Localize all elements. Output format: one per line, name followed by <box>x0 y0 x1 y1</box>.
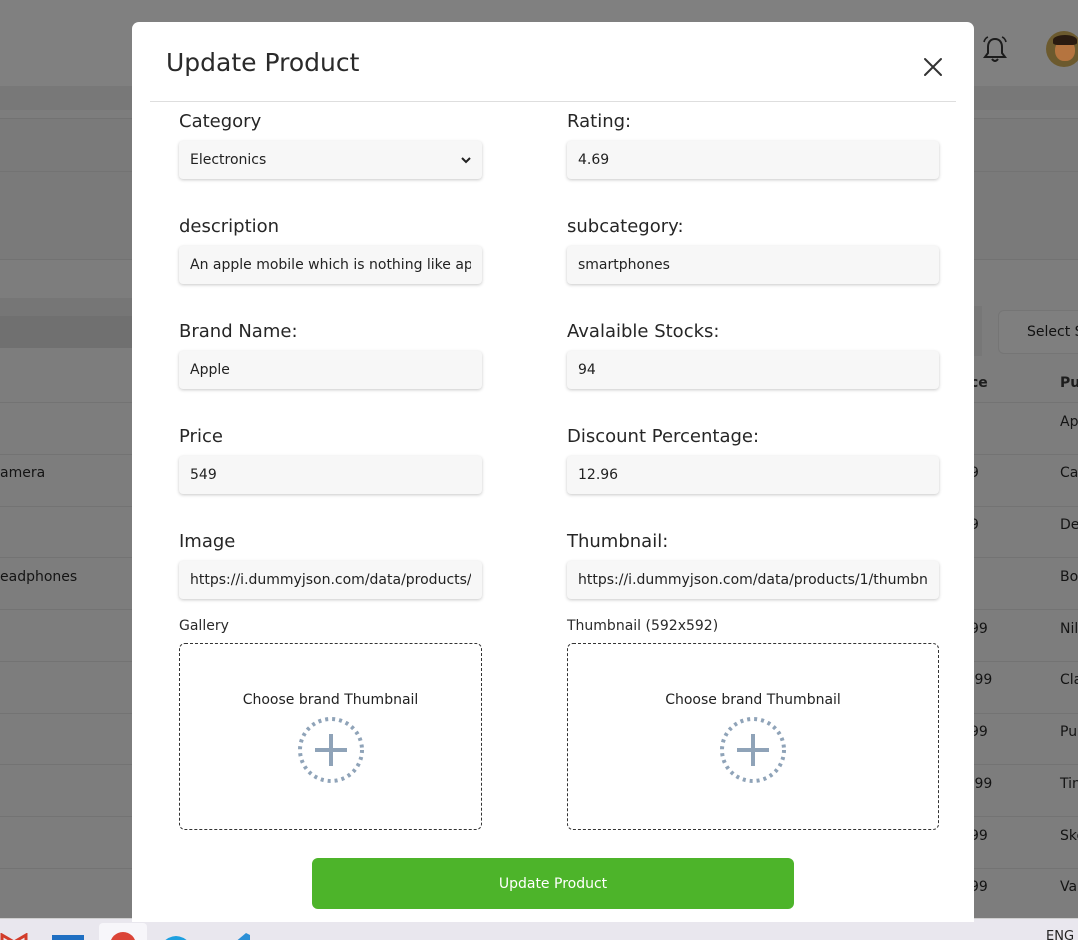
chevron-down-icon <box>461 157 471 164</box>
thumbnail-size-label: Thumbnail (592x592) <box>567 618 719 634</box>
store-icon[interactable] <box>52 933 84 940</box>
rating-input[interactable] <box>567 141 939 179</box>
notification-bell-icon[interactable] <box>982 36 1008 64</box>
thumbnail-dropzone-text: Choose brand Thumbnail <box>665 692 841 708</box>
table-cell: Bo <box>1060 569 1078 585</box>
rating-label: Rating: <box>567 111 632 132</box>
gallery-label: Gallery <box>179 618 229 634</box>
filter-divider <box>974 306 982 356</box>
user-avatar[interactable] <box>1046 31 1078 67</box>
chrome-icon[interactable] <box>108 931 138 940</box>
description-input[interactable] <box>179 246 482 284</box>
category-selected-value: Electronics <box>190 152 267 168</box>
add-image-icon <box>297 717 364 783</box>
gallery-dropzone-text: Choose brand Thumbnail <box>242 692 419 708</box>
thumbnail-label: Thumbnail: <box>567 531 669 552</box>
table-cell: Ap <box>1060 414 1078 430</box>
stock-input[interactable] <box>567 351 939 389</box>
subcategory-label: subcategory: <box>567 216 684 237</box>
price-input[interactable] <box>179 456 482 494</box>
brand-name-label: Brand Name: <box>179 321 298 342</box>
table-cell: Ca <box>1060 465 1078 481</box>
discount-input[interactable] <box>567 456 939 494</box>
table-cell: Nil <box>1060 621 1078 637</box>
modal-header-divider <box>150 101 956 102</box>
language-indicator[interactable]: ENG <box>1046 929 1074 940</box>
image-url-input[interactable] <box>179 561 482 599</box>
category-label: Category <box>179 111 262 132</box>
table-cell: Va <box>1060 879 1078 895</box>
description-label: description <box>179 216 280 237</box>
table-cell: Cla <box>1060 672 1078 688</box>
mail-icon[interactable] <box>0 933 28 940</box>
discount-label: Discount Percentage: <box>567 426 760 447</box>
price-label: Price <box>179 426 223 447</box>
add-image-icon <box>720 717 786 783</box>
search-bar-bg <box>0 316 132 348</box>
image-label: Image <box>179 531 236 552</box>
vscode-icon[interactable] <box>226 933 254 940</box>
thumbnail-url-input[interactable] <box>567 561 939 599</box>
avatar-hair <box>1053 35 1077 45</box>
table-header-product: Pu <box>1060 375 1078 391</box>
subcategory-input[interactable] <box>567 246 939 284</box>
table-cell: eadphones <box>0 569 78 585</box>
stock-label: Avalaible Stocks: <box>567 321 720 342</box>
update-product-modal: Update Product Category Electronics Rati… <box>132 22 974 922</box>
modal-title: Update Product <box>166 48 360 77</box>
table-cell: Pu <box>1060 724 1078 740</box>
close-icon[interactable] <box>922 56 944 78</box>
filter-strip <box>0 298 132 316</box>
category-select[interactable]: Electronics <box>179 141 482 179</box>
edge-icon[interactable] <box>160 933 192 940</box>
gallery-dropzone[interactable]: Choose brand Thumbnail <box>179 643 482 830</box>
table-cell: Ske <box>1060 828 1078 844</box>
thumbnail-dropzone[interactable]: Choose brand Thumbnail <box>567 643 939 830</box>
update-product-button[interactable]: Update Product <box>312 858 794 909</box>
brand-name-input[interactable] <box>179 351 482 389</box>
table-cell: amera <box>0 465 46 481</box>
status-select[interactable]: Select St <box>998 310 1078 354</box>
table-cell: De <box>1060 517 1078 533</box>
table-cell: Tin <box>1060 776 1078 792</box>
